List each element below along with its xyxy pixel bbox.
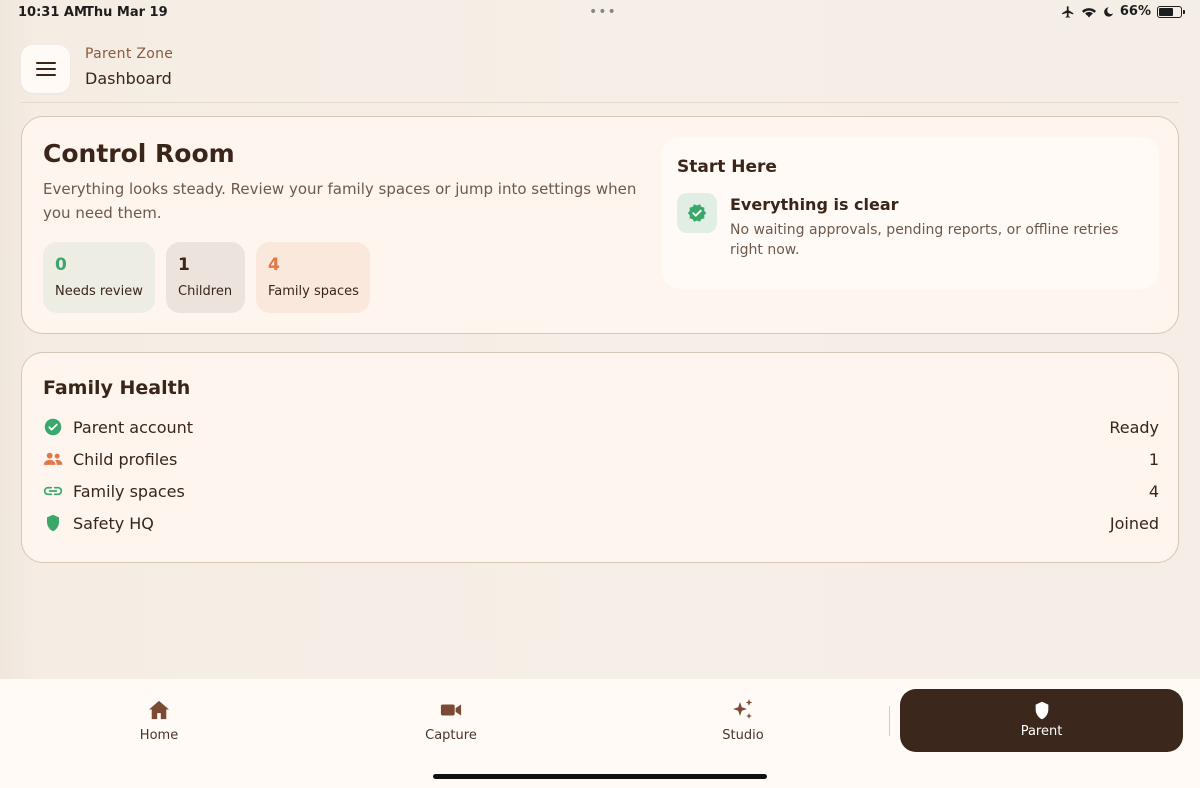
status-bar: 10:31 AM Thu Mar 19 ••• 66% <box>0 0 1200 26</box>
health-row-label: Safety HQ <box>73 513 154 533</box>
health-row-safety-hq: Safety HQ Joined <box>43 511 1159 535</box>
home-icon <box>99 697 219 723</box>
nav-capture[interactable]: Capture <box>391 697 511 743</box>
stat-label: Children <box>178 284 233 299</box>
status-right: 66% <box>1061 4 1185 19</box>
health-row-value: 1 <box>1148 449 1159 469</box>
page-title: Dashboard <box>85 69 172 88</box>
check-circle-icon <box>43 417 63 437</box>
nav-home-label: Home <box>139 728 179 743</box>
wifi-icon <box>1081 8 1096 18</box>
verified-badge-icon <box>677 193 717 233</box>
status-time: 10:31 AM <box>18 5 87 20</box>
header-eyebrow: Parent Zone <box>85 46 174 62</box>
airplane-icon <box>1062 5 1074 18</box>
stat-value: 1 <box>178 255 190 275</box>
health-row-label: Child profiles <box>73 449 178 469</box>
nav-studio[interactable]: Studio <box>683 697 803 743</box>
sparkles-icon <box>683 697 803 723</box>
battery-percent: 66% <box>1119 4 1151 19</box>
link-icon <box>43 481 63 501</box>
battery-fill <box>1159 7 1173 16</box>
start-here-panel: Start Here Everything is clear No waitin… <box>662 137 1159 289</box>
stat-value: 0 <box>55 255 67 275</box>
home-indicator[interactable] <box>433 774 767 779</box>
health-row-label: Family spaces <box>73 481 185 501</box>
nav-capture-label: Capture <box>425 728 477 743</box>
stat-value: 4 <box>268 255 280 275</box>
health-row-parent-account: Parent account Ready <box>43 415 1159 439</box>
battery-icon <box>1157 5 1185 18</box>
nav-home[interactable]: Home <box>99 697 219 743</box>
menu-button[interactable] <box>21 45 70 93</box>
nav-parent[interactable]: Parent <box>900 689 1183 752</box>
shield-icon <box>43 513 63 533</box>
hamburger-menu-icon <box>35 62 56 76</box>
health-row-label: Parent account <box>73 417 194 437</box>
health-row-family-spaces: Family spaces 4 <box>43 479 1159 503</box>
stat-needs-review[interactable]: 0 Needs review <box>43 242 155 313</box>
stat-label: Needs review <box>55 284 143 299</box>
health-row-value: 4 <box>1148 481 1159 501</box>
nav-separator <box>889 706 890 736</box>
control-room-description: Everything looks steady. Review your fam… <box>43 180 637 222</box>
health-row-value: Joined <box>1109 513 1159 533</box>
family-health-title: Family Health <box>43 377 191 399</box>
moon-icon <box>1104 6 1113 17</box>
start-here-body: No waiting approvals, pending reports, o… <box>730 222 1119 258</box>
stat-children[interactable]: 1 Children <box>166 242 245 313</box>
health-row-value: Ready <box>1109 417 1159 437</box>
control-room-title: Control Room <box>43 139 235 168</box>
start-here-title: Start Here <box>677 157 777 177</box>
bottom-nav: Home Capture Studio Parent <box>0 679 1200 788</box>
health-row-child-profiles: Child profiles 1 <box>43 447 1159 471</box>
nav-parent-label: Parent <box>1020 724 1063 739</box>
shield-icon <box>900 698 1183 722</box>
nav-studio-label: Studio <box>722 728 764 743</box>
video-camera-icon <box>391 697 511 723</box>
start-here-heading: Everything is clear <box>730 195 899 214</box>
multitasking-dots-icon[interactable]: ••• <box>589 4 617 20</box>
status-date: Thu Mar 19 <box>85 5 168 20</box>
header-divider <box>21 102 1179 103</box>
stat-family-spaces[interactable]: 4 Family spaces <box>256 242 370 313</box>
people-icon <box>43 449 63 469</box>
family-health-card: Family Health Parent account Ready Child… <box>21 352 1179 563</box>
stat-label: Family spaces <box>268 284 359 299</box>
control-room-card: Control Room Everything looks steady. Re… <box>21 116 1179 334</box>
